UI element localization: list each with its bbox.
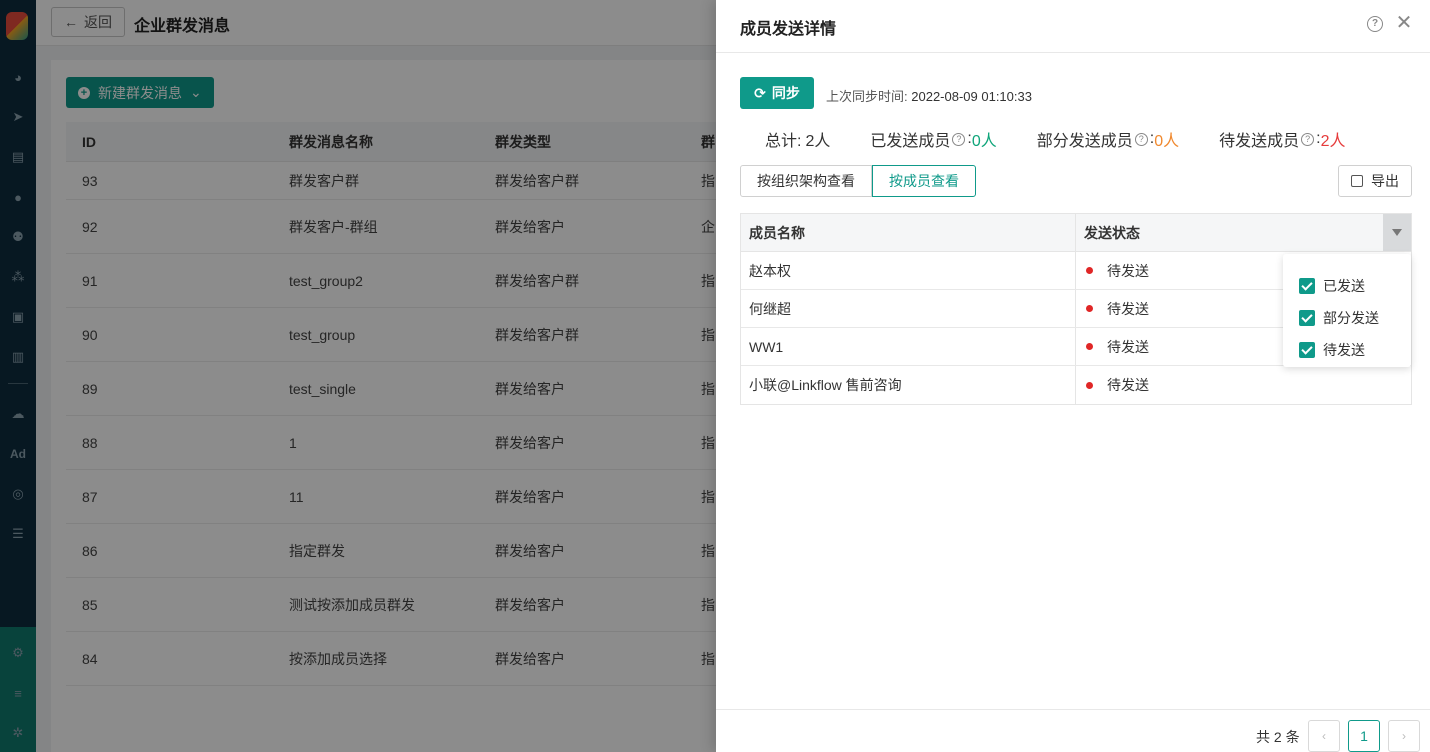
drawer-footer: 共 2 条 ‹ 1 › [716, 709, 1430, 752]
next-page-button[interactable]: › [1388, 720, 1420, 752]
export-label: 导出 [1371, 173, 1399, 189]
chevron-right-icon: › [1402, 729, 1406, 743]
stat-partial: 部分发送成员 ? : 0人 [1037, 127, 1179, 151]
view-mode-tabs: 按组织架构查看 按成员查看 [740, 165, 976, 197]
status-text: 待发送 [1107, 262, 1149, 279]
stat-sent: 已发送成员 ? : 0人 [870, 127, 996, 151]
stat-sent-label: 已发送成员 [870, 133, 951, 150]
filter-option-pending[interactable]: 待发送 [1283, 334, 1411, 366]
question-icon[interactable]: ? [952, 132, 966, 146]
filter-option-label: 已发送 [1323, 278, 1365, 294]
status-dot [1086, 267, 1093, 274]
status-text: 待发送 [1107, 300, 1149, 317]
stat-pending-label: 待发送成员 [1219, 133, 1300, 150]
filter-icon [1392, 229, 1402, 236]
table-row[interactable]: 小联@Linkflow 售前咨询 待发送 [741, 366, 1411, 404]
last-sync-info: 上次同步时间: 2022-08-09 01:10:33 [826, 86, 1032, 105]
drawer-title: 成员发送详情 [740, 21, 837, 38]
member-table-header: 成员名称 发送状态 [741, 214, 1411, 252]
tab-by-member[interactable]: 按成员查看 [872, 165, 976, 197]
cell-member-name: 何继超 [741, 290, 1076, 327]
filter-option-sent[interactable]: 已发送 [1283, 270, 1411, 302]
last-sync-time: 2022-08-09 01:10:33 [911, 89, 1032, 104]
export-icon [1351, 175, 1363, 187]
send-stats: 总计: 2人 已发送成员 ? : 0人 部分发送成员 ? : 0人 待发送成员 … [765, 127, 1385, 151]
send-status-header-label: 发送状态 [1084, 224, 1140, 241]
export-button[interactable]: 导出 [1338, 165, 1412, 197]
status-filter-dropdown: 已发送 部分发送 待发送 [1283, 254, 1411, 367]
stat-partial-label: 部分发送成员 [1036, 133, 1133, 150]
stat-total: 总计: 2人 [765, 127, 830, 151]
page-number-button[interactable]: 1 [1348, 720, 1380, 752]
cell-member-name: WW1 [741, 328, 1076, 365]
pagination-total: 共 2 条 [1256, 729, 1300, 745]
sync-button-label: 同步 [771, 85, 800, 101]
cell-member-name: 小联@Linkflow 售前咨询 [741, 366, 1076, 404]
prev-page-button[interactable]: ‹ [1308, 720, 1340, 752]
checkbox-checked[interactable] [1299, 310, 1315, 326]
question-icon[interactable]: ? [1301, 132, 1315, 146]
refresh-icon: ⟳ [754, 84, 766, 101]
checkbox-checked[interactable] [1299, 278, 1315, 294]
stat-total-label: 总计: [765, 133, 802, 150]
question-icon[interactable]: ? [1134, 132, 1148, 146]
close-icon[interactable]: ✕ [1394, 12, 1414, 34]
status-text: 待发送 [1107, 377, 1149, 393]
drawer-header: 成员发送详情 ? ✕ [716, 0, 1430, 53]
help-icon[interactable]: ? [1367, 16, 1383, 32]
checkbox-checked[interactable] [1299, 342, 1315, 358]
stat-pending: 待发送成员 ? : 2人 [1219, 127, 1345, 151]
chevron-left-icon: ‹ [1322, 729, 1326, 743]
column-header-send-status: 发送状态 [1076, 214, 1411, 251]
column-header-member-name: 成员名称 [741, 214, 1076, 251]
last-sync-label: 上次同步时间: [826, 89, 908, 104]
member-detail-drawer: 成员发送详情 ? ✕ ⟳ 同步 上次同步时间: 2022-08-09 01:10… [716, 0, 1430, 752]
filter-option-partial[interactable]: 部分发送 [1283, 302, 1411, 334]
sync-button[interactable]: ⟳ 同步 [740, 77, 814, 109]
filter-button[interactable] [1383, 214, 1411, 251]
cell-member-name: 赵本权 [741, 252, 1076, 289]
cell-send-status: 待发送 [1076, 366, 1411, 404]
status-dot [1086, 305, 1093, 312]
stat-total-value: 2人 [805, 133, 831, 150]
stat-partial-value: 0人 [1154, 133, 1180, 150]
status-dot [1086, 343, 1093, 350]
status-dot [1086, 381, 1093, 389]
status-text: 待发送 [1107, 338, 1149, 355]
filter-option-label: 待发送 [1323, 342, 1365, 358]
filter-option-label: 部分发送 [1323, 310, 1379, 326]
stat-pending-value: 2人 [1320, 133, 1346, 150]
tab-by-org[interactable]: 按组织架构查看 [740, 165, 872, 197]
stat-sent-value: 0人 [971, 133, 997, 150]
